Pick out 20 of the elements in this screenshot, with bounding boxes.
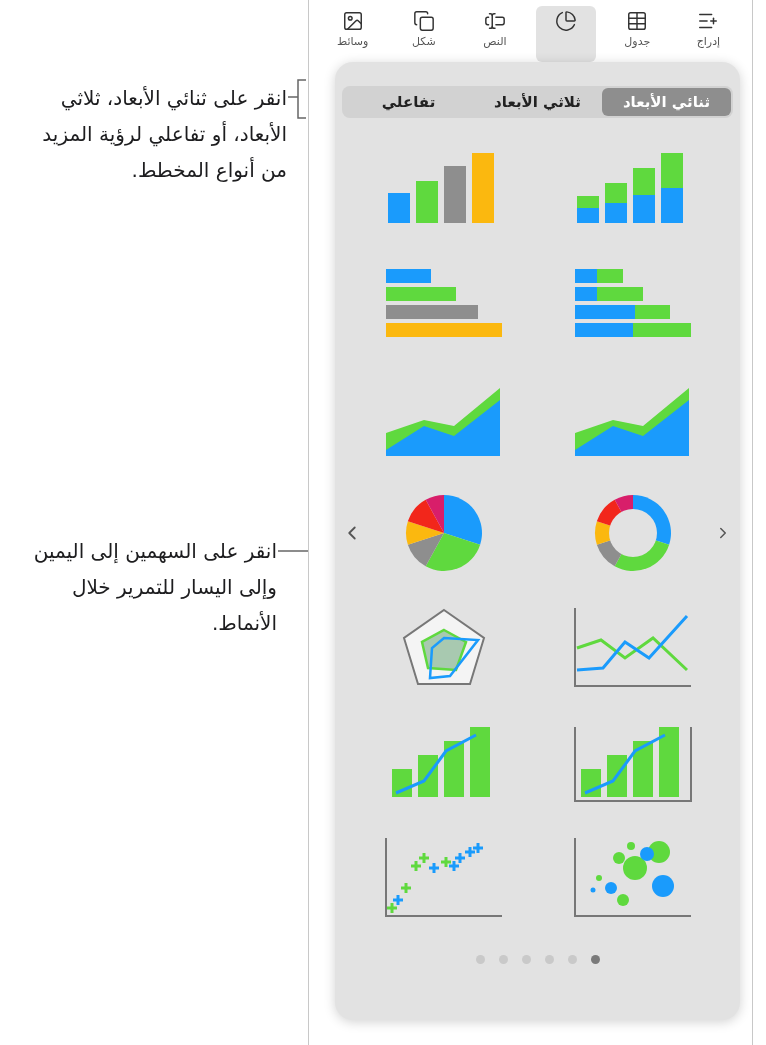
toolbar-button[interactable]: وسائط [322, 6, 383, 62]
leader-line [278, 549, 308, 553]
bubble-chart-icon [573, 837, 694, 918]
pie-chart-icon [555, 10, 578, 32]
callout-text: انقر على ثنائي الأبعاد، ثلاثي الأبعاد، أو تفاعلي لرؤية المزيد من أنواع المخطط. [41, 85, 287, 184]
callout-bracket-drawing [288, 79, 308, 121]
scatter-chart-icon [383, 837, 504, 918]
image-icon [341, 10, 364, 32]
shapes-icon [412, 10, 435, 32]
toolbar-button[interactable]: إدراج [678, 6, 739, 62]
segment-tab[interactable]: تفاعلي [344, 88, 473, 116]
segment-tab[interactable]: ثلاثي الأبعاد [473, 88, 602, 116]
toolbar-button[interactable] [536, 6, 597, 62]
line-chart-icon [573, 607, 694, 688]
toolbar-button[interactable]: جدول [607, 6, 668, 62]
toolbar-button[interactable]: شكل [393, 6, 454, 62]
toolbar-button[interactable]: النص [464, 6, 525, 62]
callout-text: انقر على السهمين إلى اليمين وإلى اليسار للتمرير خلال الأنماط. [32, 538, 277, 637]
text-box-icon [483, 10, 506, 32]
table-icon [626, 10, 649, 32]
